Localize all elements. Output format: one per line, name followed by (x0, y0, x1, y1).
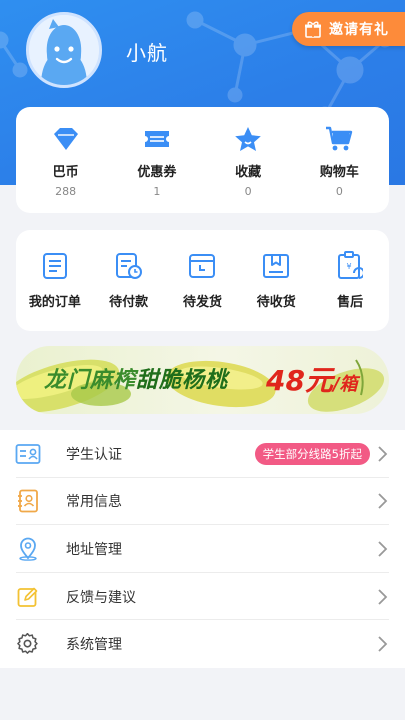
order-pending-receipt[interactable]: 待收货 (240, 230, 312, 331)
chevron-right-icon (378, 541, 388, 557)
stat-count: 288 (55, 185, 77, 198)
stat-count: 0 (335, 185, 343, 198)
order-label: 售后 (337, 295, 364, 310)
menu-item-label: 学生认证 (66, 446, 122, 463)
invite-label: 邀请有礼 (329, 22, 389, 38)
stat-label: 收藏 (235, 165, 262, 180)
avatar-face-icon (29, 15, 99, 85)
order-pending-shipment[interactable]: 待发货 (166, 230, 238, 331)
menu-item-address[interactable]: 地址管理 (0, 525, 405, 573)
order-pending-payment[interactable]: 待付款 (93, 230, 165, 331)
order-label: 待发货 (182, 295, 222, 310)
chevron-right-icon (378, 588, 388, 605)
stat-label: 优惠券 (137, 165, 177, 180)
settings-menu: 学生认证 学生部分线路5折起 常用信息 地址管理 反馈与建议 系统管理 (0, 430, 405, 668)
username: 小航 (126, 41, 168, 65)
after-sales-icon: ¥ (335, 251, 365, 281)
settings-gear-icon (15, 631, 41, 657)
pending-shipment-icon (187, 251, 217, 281)
stat-label: 购物车 (319, 165, 359, 180)
pending-receipt-icon (261, 251, 291, 281)
cart-icon (324, 125, 354, 153)
student-id-icon (15, 441, 41, 467)
stat-count: 0 (244, 185, 252, 198)
feedback-edit-icon (15, 584, 41, 610)
order-label: 待收货 (256, 295, 296, 310)
menu-item-common-info[interactable]: 常用信息 (0, 478, 405, 526)
star-icon (233, 125, 263, 153)
menu-item-label: 常用信息 (66, 494, 122, 511)
student-discount-badge: 学生部分线路5折起 (254, 442, 370, 465)
order-after-sales[interactable]: ¥ 售后 (314, 230, 386, 331)
banner-title-part1: 龙门麻榨 (44, 368, 137, 393)
menu-item-label: 系统管理 (66, 637, 122, 654)
order-label: 待付款 (109, 295, 149, 310)
avatar[interactable] (26, 12, 102, 88)
menu-item-system-settings[interactable]: 系统管理 (0, 620, 405, 668)
chevron-right-icon (378, 446, 388, 462)
stat-label: 巴币 (52, 165, 79, 180)
contacts-icon (15, 488, 41, 514)
coupon-icon (142, 125, 172, 153)
stat-coupons[interactable]: 优惠券 1 (114, 107, 200, 213)
chevron-right-icon (378, 636, 388, 652)
chevron-right-icon (378, 493, 388, 510)
menu-item-student-verification[interactable]: 学生认证 学生部分线路5折起 (0, 430, 405, 478)
menu-item-feedback[interactable]: 反馈与建议 (0, 573, 405, 621)
stat-favorites[interactable]: 收藏 0 (205, 107, 291, 213)
order-list-icon (40, 251, 70, 281)
gift-icon (305, 21, 321, 38)
menu-item-label: 反馈与建议 (66, 589, 136, 606)
stats-card: 巴币 288 优惠券 1 收藏 0 购物车 0 (16, 107, 389, 213)
stat-cart[interactable]: 购物车 0 (296, 107, 382, 213)
orders-card: 我的订单 待付款 待发货 待收货 ¥ 售后 (16, 230, 389, 331)
stat-coins[interactable]: 巴币 288 (23, 107, 109, 213)
banner-price-value: 48元 (266, 364, 333, 397)
promo-banner[interactable]: 龙门麻榨甜脆杨桃 48元/箱 (16, 346, 389, 414)
banner-title-part2: 甜脆杨桃 (136, 368, 229, 393)
banner-title: 龙门麻榨甜脆杨桃 (44, 362, 228, 394)
banner-price: 48元/箱 (266, 359, 358, 399)
banner-price-unit: /箱 (332, 374, 358, 395)
location-icon (15, 536, 41, 562)
invite-button[interactable]: 邀请有礼 (292, 12, 405, 46)
svg-text:¥: ¥ (347, 262, 352, 271)
pending-payment-icon (114, 251, 144, 281)
menu-item-label: 地址管理 (66, 541, 122, 558)
order-label: 我的订单 (28, 295, 81, 310)
stat-count: 1 (153, 185, 161, 198)
diamond-icon (51, 125, 81, 153)
order-all[interactable]: 我的订单 (19, 230, 91, 331)
